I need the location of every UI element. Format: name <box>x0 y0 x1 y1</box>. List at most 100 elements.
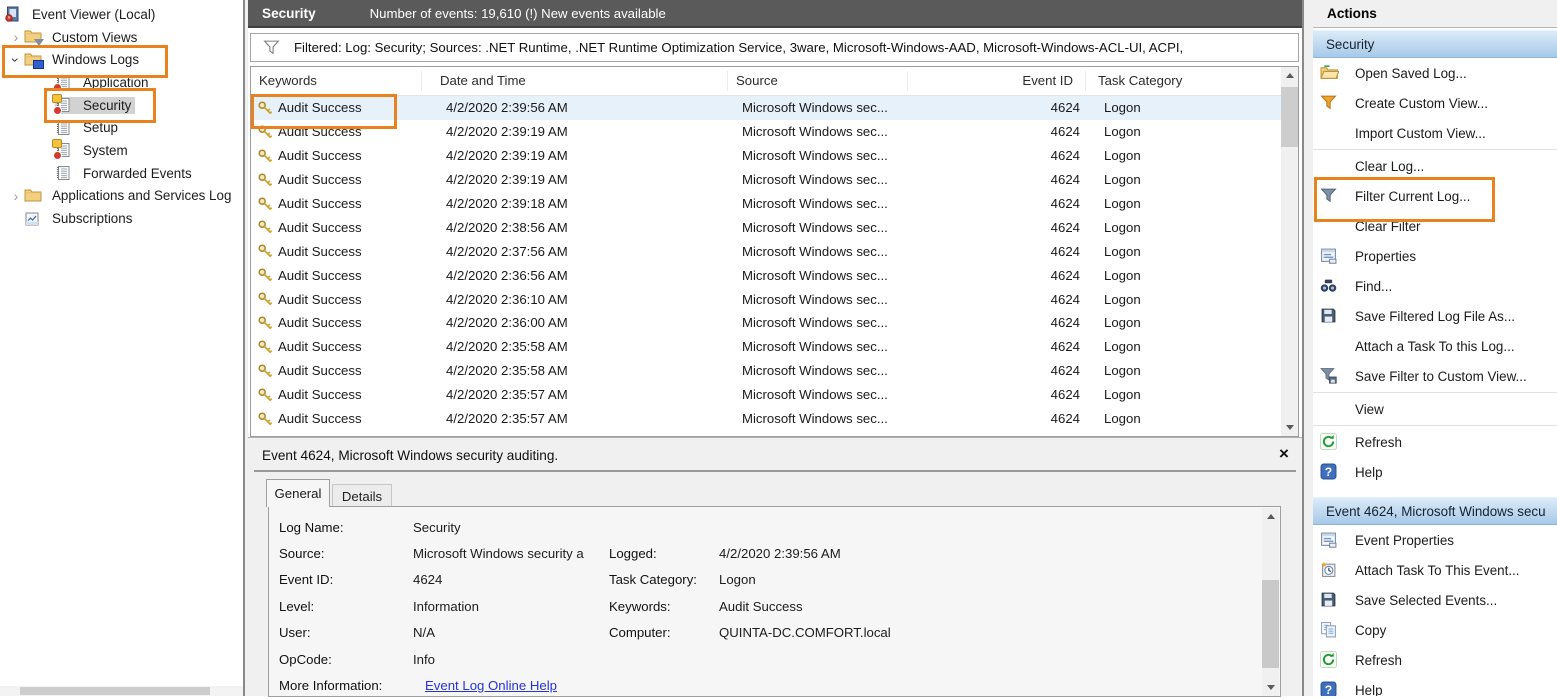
datetime-cell: 4/2/2020 2:36:10 AM <box>428 292 734 307</box>
event-row[interactable]: Audit Success 4/2/2020 2:36:00 AM Micros… <box>251 311 1298 335</box>
action-copy[interactable]: Copy <box>1313 615 1557 645</box>
action-import-custom-view[interactable]: Import Custom View... <box>1313 118 1557 148</box>
panel-divider-right[interactable] <box>1302 0 1313 696</box>
event-row[interactable]: Audit Success 4/2/2020 2:39:18 AM Micros… <box>251 192 1298 216</box>
action-refresh-event[interactable]: Refresh <box>1313 645 1557 675</box>
task-category-cell: Logon <box>1092 315 1282 330</box>
column-header-event-id[interactable]: Event ID <box>908 71 1086 91</box>
datetime-cell: 4/2/2020 2:35:58 AM <box>428 363 734 378</box>
tree-item-windows-logs[interactable]: › Windows Logs <box>0 48 243 71</box>
event-row[interactable]: Audit Success 4/2/2020 2:39:56 AM Micros… <box>251 96 1298 120</box>
action-refresh[interactable]: Refresh <box>1313 427 1557 457</box>
action-view[interactable]: View <box>1313 394 1557 424</box>
filter-notification-bar[interactable]: Filtered: Log: Security; Sources: .NET R… <box>250 33 1299 62</box>
event-row[interactable]: Audit Success 4/2/2020 2:39:19 AM Micros… <box>251 120 1298 144</box>
audit-success-key-icon <box>257 196 273 212</box>
tab-general[interactable]: General <box>266 479 330 507</box>
keywords-cell: Audit Success <box>251 148 428 164</box>
event-id-cell: 4624 <box>914 411 1092 426</box>
event-row[interactable]: Audit Success 4/2/2020 2:36:56 AM Micros… <box>251 263 1298 287</box>
action-save-filter-to-custom-view[interactable]: Save Filter to Custom View... <box>1313 361 1557 391</box>
tree-item-setup[interactable]: Setup <box>0 116 243 139</box>
event-id-cell: 4624 <box>914 220 1092 235</box>
action-save-selected-events[interactable]: Save Selected Events... <box>1313 585 1557 615</box>
actions-separator <box>1313 149 1557 150</box>
tree-item-application[interactable]: Application <box>0 71 243 94</box>
action-create-custom-view[interactable]: Create Custom View... <box>1313 88 1557 118</box>
action-find[interactable]: Find... <box>1313 271 1557 301</box>
actions-section-security-header[interactable]: Security <box>1313 30 1557 58</box>
tab-details[interactable]: Details <box>332 484 392 507</box>
keywords-text: Audit Success <box>278 196 362 211</box>
open-folder-icon <box>1320 64 1340 82</box>
event-row[interactable]: Audit Success 4/2/2020 2:39:19 AM Micros… <box>251 144 1298 168</box>
chevron-down-icon[interactable]: › <box>9 52 23 68</box>
event-row[interactable]: Audit Success 4/2/2020 2:38:56 AM Micros… <box>251 215 1298 239</box>
event-id-cell: 4624 <box>914 292 1092 307</box>
tree-item-event-viewer-root[interactable]: Event Viewer (Local) <box>0 3 243 26</box>
keywords-text: Audit Success <box>278 292 362 307</box>
tree-item-subscriptions[interactable]: Subscriptions <box>0 207 243 230</box>
event-row[interactable]: Audit Success 4/2/2020 2:35:57 AM Micros… <box>251 383 1298 407</box>
action-save-filtered-log-file-as[interactable]: Save Filtered Log File As... <box>1313 301 1557 331</box>
audit-success-key-icon <box>257 100 273 116</box>
event-row[interactable]: Audit Success 4/2/2020 2:35:58 AM Micros… <box>251 335 1298 359</box>
scroll-up-arrow[interactable] <box>1281 67 1298 84</box>
action-help[interactable]: Help <box>1313 457 1557 487</box>
tree-item-security[interactable]: Security <box>0 94 243 117</box>
event-row[interactable]: Audit Success 4/2/2020 2:35:58 AM Micros… <box>251 359 1298 383</box>
datetime-cell: 4/2/2020 2:35:57 AM <box>428 411 734 426</box>
column-header-keywords[interactable]: Keywords <box>251 71 422 91</box>
event-id-cell: 4624 <box>914 172 1092 187</box>
column-header-datetime[interactable]: Date and Time <box>422 71 728 91</box>
tree-item-label: Windows Logs <box>48 51 143 68</box>
action-filter-current-log[interactable]: Filter Current Log... <box>1313 181 1557 211</box>
actions-section-event-header[interactable]: Event 4624, Microsoft Windows secu <box>1313 497 1557 525</box>
scroll-up-arrow[interactable] <box>1262 508 1279 525</box>
task-category-value: Logon <box>719 572 1219 587</box>
action-open-saved-log[interactable]: Open Saved Log... <box>1313 58 1557 88</box>
setup-log-icon <box>55 120 73 136</box>
tree-item-label: System <box>79 142 132 159</box>
scrollbar-thumb[interactable] <box>20 687 210 695</box>
close-icon[interactable]: × <box>1274 444 1294 464</box>
action-attach-task-to-this-log[interactable]: Attach a Task To this Log... <box>1313 331 1557 361</box>
action-clear-filter[interactable]: Clear Filter <box>1313 211 1557 241</box>
action-event-properties[interactable]: Event Properties <box>1313 525 1557 555</box>
action-clear-log[interactable]: Clear Log... <box>1313 151 1557 181</box>
column-header-task-category[interactable]: Task Category <box>1086 71 1276 91</box>
column-header-source[interactable]: Source <box>728 71 908 91</box>
scroll-down-arrow[interactable] <box>1262 679 1279 696</box>
more-information-label: More Information: <box>279 678 425 693</box>
actions-pane-title: Actions <box>1313 0 1557 28</box>
keywords-cell: Audit Success <box>251 363 428 379</box>
source-cell: Microsoft Windows sec... <box>734 100 914 115</box>
tree-item-forwarded-events[interactable]: Forwarded Events <box>0 162 243 185</box>
event-id-cell: 4624 <box>914 339 1092 354</box>
scrollbar-thumb[interactable] <box>1281 87 1298 147</box>
detail-scrollbar[interactable] <box>1262 508 1279 696</box>
scroll-down-arrow[interactable] <box>1281 419 1298 436</box>
scrollbar-thumb[interactable] <box>1262 580 1279 668</box>
chevron-right-icon[interactable]: › <box>8 189 24 203</box>
tree-item-custom-views[interactable]: › Custom Views <box>0 26 243 49</box>
event-id-cell: 4624 <box>914 196 1092 211</box>
source-cell: Microsoft Windows sec... <box>734 172 914 187</box>
event-row[interactable]: Audit Success 4/2/2020 2:37:56 AM Micros… <box>251 239 1298 263</box>
chevron-right-icon[interactable]: › <box>8 30 24 44</box>
keywords-value: Audit Success <box>719 599 1219 614</box>
tree-horizontal-scrollbar[interactable] <box>0 686 243 696</box>
tree-item-applications-services-logs[interactable]: › Applications and Services Log <box>0 185 243 208</box>
tree-item-system[interactable]: System <box>0 139 243 162</box>
event-id-cell: 4624 <box>914 363 1092 378</box>
event-row[interactable]: Audit Success 4/2/2020 2:36:10 AM Micros… <box>251 287 1298 311</box>
datetime-cell: 4/2/2020 2:36:56 AM <box>428 268 734 283</box>
event-row[interactable]: Audit Success 4/2/2020 2:35:57 AM Micros… <box>251 407 1298 431</box>
action-attach-task-to-this-event[interactable]: Attach Task To This Event... <box>1313 555 1557 585</box>
action-properties[interactable]: Properties <box>1313 241 1557 271</box>
event-list-scrollbar[interactable] <box>1281 67 1298 436</box>
event-log-online-help-link[interactable]: Event Log Online Help <box>425 678 557 693</box>
action-help-event[interactable]: Help <box>1313 675 1557 696</box>
event-row[interactable]: Audit Success 4/2/2020 2:39:19 AM Micros… <box>251 168 1298 192</box>
event-id-cell: 4624 <box>914 100 1092 115</box>
